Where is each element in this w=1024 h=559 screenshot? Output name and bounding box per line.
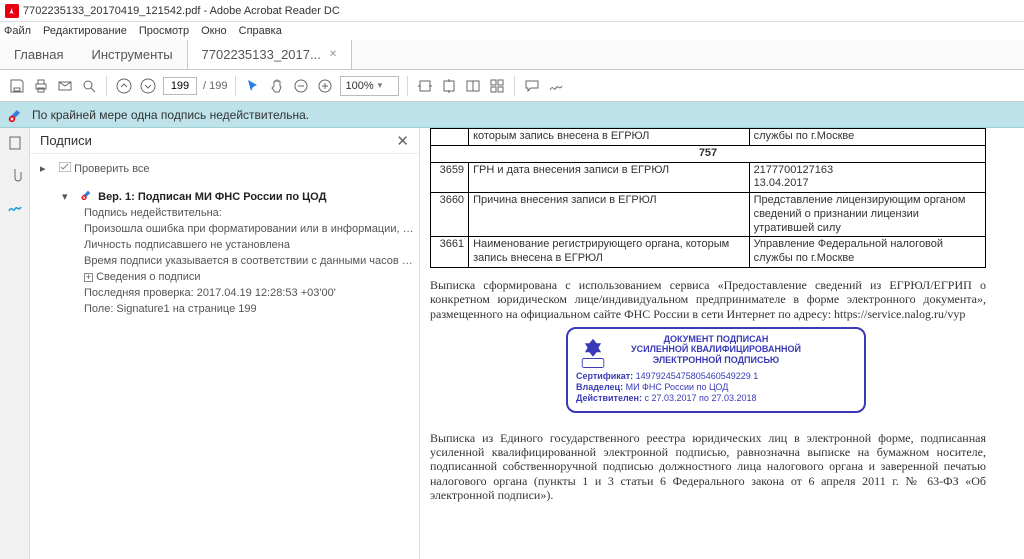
tree-badge-icon <box>59 163 74 175</box>
menu-bar: Файл Редактирование Просмотр Окно Справк… <box>0 22 1024 40</box>
menu-window[interactable]: Окно <box>201 25 227 37</box>
sign-icon[interactable] <box>547 77 565 95</box>
zoom-out-icon[interactable] <box>292 77 310 95</box>
page-down-icon[interactable] <box>139 77 157 95</box>
toolbar: / 199 100% <box>0 70 1024 102</box>
data-table: которым запись внесена в ЕГРЮЛслужбы по … <box>430 128 986 268</box>
panel-header: Подписи ✕ <box>30 128 419 154</box>
separator <box>235 76 236 96</box>
table-row: которым запись внесена в ЕГРЮЛслужбы по … <box>431 129 986 146</box>
close-panel-icon[interactable]: ✕ <box>396 132 409 150</box>
invalid-label: Подпись недействительна: <box>40 205 417 221</box>
signature-stamp: ДОКУМЕНТ ПОДПИСАН УСИЛЕННОЙ КВАЛИФИЦИРОВ… <box>566 327 866 413</box>
signature-alert: По крайней мере одна подпись недействите… <box>0 102 1024 128</box>
pen-invalid-icon <box>8 108 26 122</box>
zoom-in-icon[interactable] <box>316 77 334 95</box>
menu-edit[interactable]: Редактирование <box>43 25 127 37</box>
save-icon[interactable] <box>8 77 26 95</box>
view-mode-icon[interactable] <box>488 77 506 95</box>
page-total: / 199 <box>203 80 227 92</box>
last-check: Последняя проверка: 2017.04.19 12:28:53 … <box>40 285 417 301</box>
error-line: Время подписи указывается в соответствии… <box>40 253 417 269</box>
tab-home[interactable]: Главная <box>0 40 77 69</box>
pen-invalid-small-icon <box>81 191 98 203</box>
thumbnails-icon[interactable] <box>6 134 24 152</box>
main-area: Подписи ✕ ▸ Проверить все ▾ Вер. 1: Подп… <box>0 128 1024 559</box>
tab-tools[interactable]: Инструменты <box>77 40 186 69</box>
left-rail <box>0 128 30 559</box>
attachments-icon[interactable] <box>6 166 24 184</box>
acrobat-icon <box>5 4 19 18</box>
close-icon[interactable]: ✕ <box>329 49 337 60</box>
table-row: 3660Причина внесения записи в ЕГРЮЛПредс… <box>431 193 986 237</box>
tab-bar: Главная Инструменты 7702235133_2017... ✕ <box>0 40 1024 70</box>
signature-version-row[interactable]: ▾ Вер. 1: Подписан МИ ФНС России по ЦОД <box>40 187 417 205</box>
panel-title: Подписи <box>40 133 92 148</box>
print-icon[interactable] <box>32 77 50 95</box>
search-icon[interactable] <box>80 77 98 95</box>
fit-width-icon[interactable] <box>416 77 434 95</box>
arrow-cursor-icon[interactable] <box>244 77 262 95</box>
separator <box>514 76 515 96</box>
signatures-icon[interactable] <box>6 198 24 216</box>
read-mode-icon[interactable] <box>464 77 482 95</box>
window-title: 7702235133_20170419_121542.pdf - Adobe A… <box>23 5 340 17</box>
alert-text: По крайней мере одна подпись недействите… <box>32 108 309 122</box>
collapse-icon[interactable]: ▾ <box>62 190 78 203</box>
mail-icon[interactable] <box>56 77 74 95</box>
emblem-icon <box>574 335 612 373</box>
error-line: Произошла ошибка при форматировании или … <box>40 221 417 237</box>
table-row: 3661Наименование регистрирующего органа,… <box>431 237 986 268</box>
hand-icon[interactable] <box>268 77 286 95</box>
comment-icon[interactable] <box>523 77 541 95</box>
menu-view[interactable]: Просмотр <box>139 25 189 37</box>
details-row[interactable]: + Сведения о подписи <box>40 269 417 285</box>
table-row: 3659ГРН и дата внесения записи в ЕГРЮЛ21… <box>431 162 986 193</box>
tree-icon: ▸ <box>40 162 56 175</box>
zoom-select[interactable]: 100% <box>340 76 399 96</box>
paragraph: Выписка сформирована с использованием се… <box>430 278 986 321</box>
page-number-input[interactable] <box>163 77 197 95</box>
window-title-bar: 7702235133_20170419_121542.pdf - Adobe A… <box>0 0 1024 22</box>
fit-page-icon[interactable] <box>440 77 458 95</box>
menu-file[interactable]: Файл <box>4 25 31 37</box>
tab-document[interactable]: 7702235133_2017... ✕ <box>187 40 353 69</box>
document-view[interactable]: которым запись внесена в ЕГРЮЛслужбы по … <box>420 128 1024 559</box>
signatures-panel: Подписи ✕ ▸ Проверить все ▾ Вер. 1: Подп… <box>30 128 420 559</box>
section-row: 757 <box>431 145 986 162</box>
menu-help[interactable]: Справка <box>239 25 282 37</box>
separator <box>106 76 107 96</box>
expand-icon[interactable]: + <box>84 273 93 282</box>
verify-all-row[interactable]: ▸ Проверить все <box>40 160 417 177</box>
page-up-icon[interactable] <box>115 77 133 95</box>
field-line: Поле: Signature1 на странице 199 <box>40 301 417 317</box>
paragraph: Выписка из Единого государственного реес… <box>430 431 986 503</box>
separator <box>407 76 408 96</box>
error-line: Личность подписавшего не установлена <box>40 237 417 253</box>
